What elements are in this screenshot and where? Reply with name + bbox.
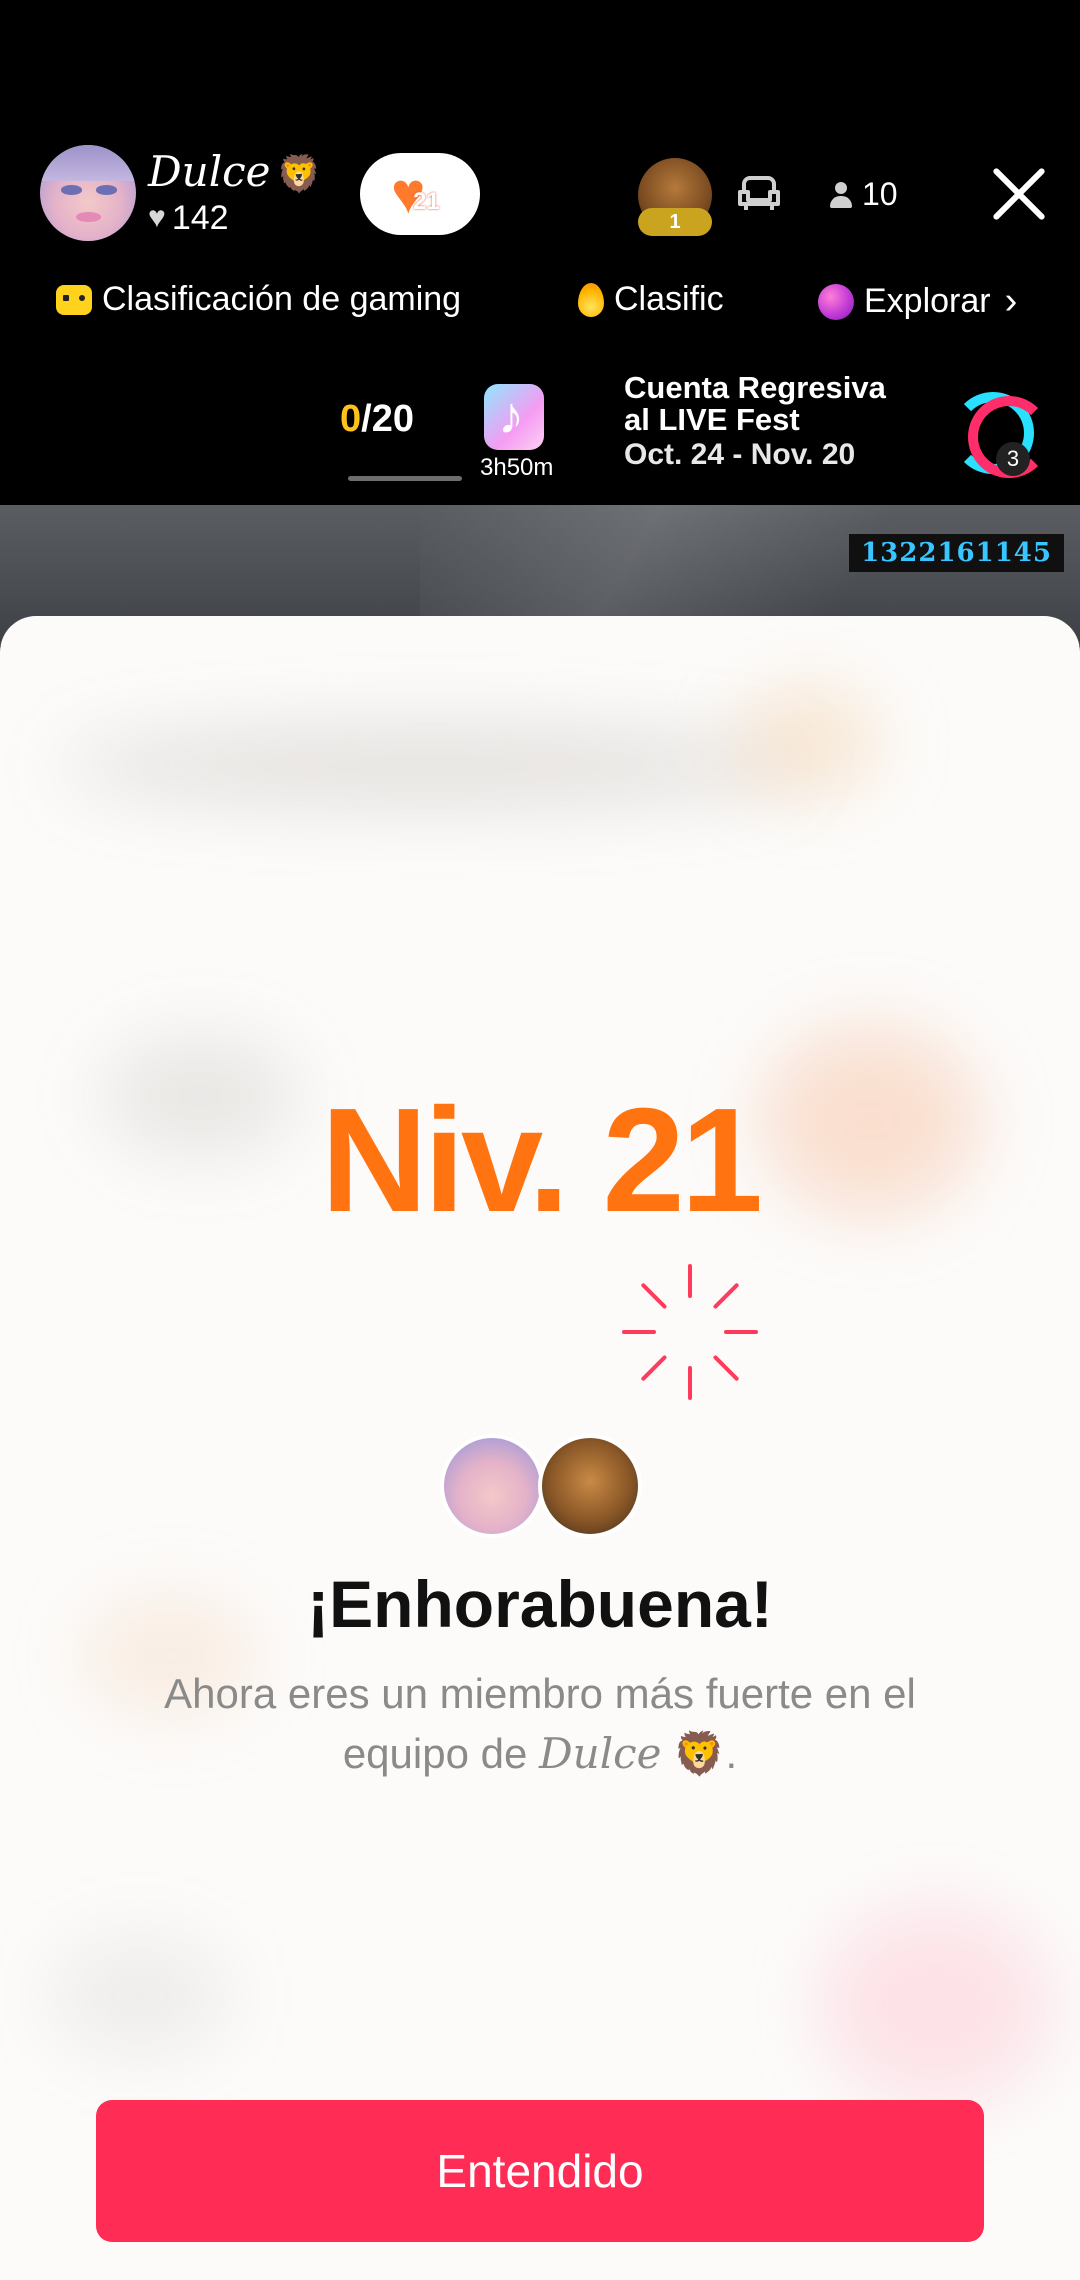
host-info[interactable]: Dulce 🦁 ♥ 142 (40, 145, 321, 241)
chevron-right-icon: › (1004, 280, 1018, 322)
congrats-description: Ahora eres un miembro más fuerte en el e… (120, 1664, 960, 1784)
event-title-line2: al LIVE Fest (624, 402, 800, 437)
understood-button[interactable]: Entendido (96, 2100, 984, 2242)
live-fest-logo-icon[interactable]: 3 (946, 372, 1050, 478)
person-icon (830, 181, 852, 208)
event-dates: Oct. 24 - Nov. 20 (624, 438, 856, 471)
desc-post: . (725, 1730, 738, 1777)
desc-line1: Ahora eres un miembro más fuerte en el (164, 1670, 916, 1717)
congrats-title: ¡Enhorabuena! (307, 1567, 773, 1641)
host-name-text: Dulce (148, 146, 271, 196)
hourly-ranking-link[interactable]: Clasific (578, 280, 724, 319)
flame-icon (578, 282, 604, 317)
fan-club-button[interactable]: ♥ 21 (360, 153, 480, 235)
event-title-line1: Cuenta Regresiva (624, 370, 886, 405)
event-title[interactable]: Cuenta Regresiva al LIVE Fest (624, 372, 886, 436)
goal-current: 0 (340, 398, 362, 440)
user-avatar-small (538, 1434, 642, 1538)
lion-emoji: 🦁 (276, 153, 322, 195)
level-up-sheet: Niv. 21 ¡Enhorabuena! Ahora eres un miem… (0, 616, 1080, 2280)
member-avatars (440, 1434, 642, 1538)
planet-icon (818, 283, 854, 320)
host-meta: Dulce 🦁 ♥ 142 (148, 146, 322, 238)
ranking-row: Clasificación de gaming Clasific Explora… (56, 280, 1080, 330)
event-timer: 3h50m (480, 454, 554, 481)
top-viewer-rank: 1 (638, 208, 712, 236)
top-viewer-avatar[interactable]: 1 (638, 158, 712, 236)
explore-link[interactable]: Explorar › (818, 280, 1017, 323)
explore-label: Explorar (864, 282, 991, 320)
viewer-count-value: 10 (862, 176, 898, 212)
gaming-ranking-label: Clasificación de gaming (102, 280, 462, 318)
heart-icon: ♥ (148, 200, 166, 234)
level-title: Niv. 21 (320, 1078, 763, 1243)
host-avatar-small (440, 1434, 544, 1538)
fan-level: 21 (413, 188, 440, 215)
hourly-ranking-label: Clasific (614, 280, 724, 318)
seat-icon[interactable] (736, 170, 782, 216)
gift-goal[interactable]: 0/20 (340, 398, 414, 441)
live-fest-badge: 3 (996, 442, 1030, 476)
goal-progress-bar (348, 476, 462, 481)
desc-line2: equipo de Dulce 🦁. (120, 1724, 960, 1784)
host-likes: ♥ 142 (148, 198, 321, 238)
music-note-icon[interactable] (484, 384, 544, 450)
host-avatar[interactable] (40, 145, 136, 241)
desc-pre: equipo de (342, 1730, 539, 1777)
viewer-count[interactable]: 10 (830, 176, 898, 213)
stream-id: 1322161145 (849, 534, 1064, 572)
gaming-ranking-link[interactable]: Clasificación de gaming (56, 280, 461, 319)
goal-total: /20 (361, 398, 414, 440)
fan-heart-icon: ♥ 21 (391, 161, 440, 226)
likes-count: 142 (171, 198, 229, 237)
host-name: Dulce 🦁 (148, 146, 322, 198)
desc-emoji: 🦁 (673, 1730, 726, 1777)
sparkle-icon (622, 1264, 758, 1400)
close-button[interactable] (990, 165, 1048, 223)
desc-name: Dulce (539, 1729, 662, 1778)
gamepad-icon (56, 284, 92, 315)
